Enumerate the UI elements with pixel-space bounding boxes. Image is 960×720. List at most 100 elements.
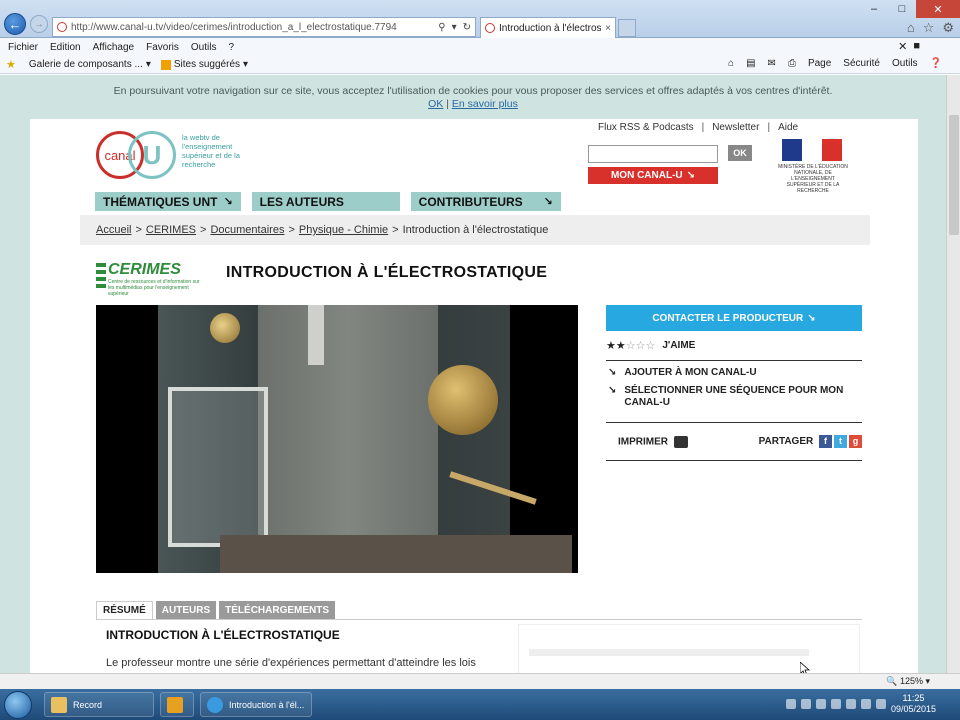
fav-gallery[interactable]: Galerie de composants ... ▾ [26,59,151,70]
print-icon[interactable]: ⎙ [788,58,796,69]
nav-contributeurs[interactable]: CONTRIBUTEURS ↘ [410,192,561,211]
twitter-icon[interactable]: t [834,435,847,448]
browser-tab[interactable]: Introduction à l'électrostati... × [480,17,616,38]
google-plus-icon[interactable]: g [849,435,862,448]
tray-icon[interactable] [800,699,811,709]
taskbar-record[interactable]: Record [44,692,154,717]
back-button[interactable]: ← [4,13,26,35]
star-icon[interactable]: ☆ [646,340,656,352]
newsletter-link[interactable]: Newsletter [712,122,759,133]
star-icon[interactable]: ★ [616,340,626,352]
logo-u-text: U [142,139,162,170]
logo-tagline: la webtv de l'enseignement supérieur et … [182,133,240,169]
menu-affichage[interactable]: Affichage [93,42,135,53]
cerimes-logo[interactable]: CERIMES Centre de ressources et d'inform… [96,261,200,297]
like-label[interactable]: J'AIME [662,340,695,351]
tray-icon[interactable] [860,699,871,709]
select-sequence[interactable]: ↘ SÉLECTIONNER UNE SÉQUENCE POUR MON CANA… [606,379,862,409]
mail-icon[interactable]: ✉ [768,58,776,69]
nav-auteurs[interactable]: LES AUTEURS [251,192,400,211]
menu-outils[interactable]: Outils [191,42,217,53]
print-link[interactable]: IMPRIMER [618,435,688,448]
folder-icon [51,696,67,713]
tab-auteurs[interactable]: AUTEURS [155,601,217,619]
close-toolbar-icon[interactable]: ✕ [898,40,907,53]
nav-label: LES AUTEURS [259,194,344,209]
zoom-level[interactable]: 🔍 125% ▾ [886,676,930,687]
search-ok-button[interactable]: OK [728,145,752,161]
help-icon[interactable]: ❓ [930,58,942,69]
crumb-physique[interactable]: Physique - Chimie [299,224,388,236]
dropdown-icon[interactable]: ▾ [452,22,457,33]
rating-stars[interactable]: ★★☆☆☆ [606,339,655,352]
favorites-star-icon[interactable]: ★ [6,58,16,71]
menu-edition[interactable]: Edition [50,42,81,53]
star-icon[interactable]: ★ [606,340,616,352]
forward-button[interactable]: → [30,15,48,33]
tab-favicon-icon [485,23,495,33]
site-search-input[interactable] [588,145,718,163]
tray-icon[interactable] [785,699,796,709]
volume-icon[interactable] [875,699,886,709]
mon-canal-u-button[interactable]: MON CANAL-U ↘ [588,167,718,184]
canal-u-logo-u[interactable]: U [128,131,176,179]
site-container: canal U la webtv de l'enseignement supér… [30,119,918,673]
address-text[interactable]: http://www.canal-u.tv/video/cerimes/intr… [71,22,438,33]
outils-menu[interactable]: Outils [892,58,918,69]
cookie-more-link[interactable]: En savoir plus [452,98,518,110]
scroll-thumb[interactable] [949,115,959,235]
menu-fichier[interactable]: Fichier [8,42,38,53]
address-bar[interactable]: http://www.canal-u.tv/video/cerimes/intr… [52,17,476,37]
contact-producer-button[interactable]: CONTACTER LE PRODUCTEUR ↘ [606,305,862,331]
print-label: IMPRIMER [618,436,668,448]
star-icon[interactable]: ☆ [626,340,636,352]
select-seq-label: SÉLECTIONNER UNE SÉQUENCE POUR MON CANAL… [624,385,844,408]
crumb-cerimes[interactable]: CERIMES [146,224,196,236]
menu-help[interactable]: ? [228,42,234,53]
contact-label: CONTACTER LE PRODUCTEUR [652,312,804,324]
refresh-icon[interactable]: ↻ [463,22,471,33]
rss-link[interactable]: Flux RSS & Podcasts [598,122,694,133]
aide-link[interactable]: Aide [778,122,798,133]
rating: ★★☆☆☆ J'AIME [606,331,862,361]
taskbar-media[interactable] [160,692,194,717]
fav-suggested[interactable]: Sites suggérés ▾ [160,59,248,70]
crumb-sep: > [392,224,399,236]
crumb-sep: > [200,224,207,236]
home-icon[interactable]: ⌂ [907,20,915,36]
minimize-icon[interactable]: – [860,0,888,18]
tab-close-icon[interactable]: × [601,23,615,34]
add-to-canal-u[interactable]: ↘ AJOUTER À MON CANAL-U [606,361,862,379]
ie-task-label: Introduction à l'él... [229,699,305,710]
home-tb-icon[interactable]: ⌂ [728,58,734,69]
page-menu[interactable]: Page [808,58,831,69]
clock[interactable]: 11:25 09/05/2015 [891,693,936,715]
video-player[interactable] [96,305,578,573]
search-icon[interactable]: ⚲ [438,22,445,33]
vertical-scrollbar[interactable] [946,75,960,673]
cookie-ok-link[interactable]: OK [428,98,443,110]
gear-icon[interactable]: ⚙ [942,20,954,36]
window-close-icon[interactable]: ✕ [916,0,960,18]
maximize-icon[interactable]: □ [888,0,916,18]
crumb-accueil[interactable]: Accueil [96,224,131,236]
tray-icon[interactable] [815,699,826,709]
convert-icon[interactable]: ■ [913,40,920,53]
tab-resume[interactable]: RÉSUMÉ [96,601,153,619]
tray-icon[interactable] [845,699,856,709]
securite-menu[interactable]: Sécurité [843,58,880,69]
new-tab-button[interactable] [618,19,636,37]
favorites-star-icon[interactable]: ☆ [923,20,935,36]
rss-icon[interactable]: ▤ [746,58,755,69]
nav-thematiques[interactable]: THÉMATIQUES UNT ↘ [95,192,241,211]
cookie-sep: | [446,98,449,110]
crumb-documentaires[interactable]: Documentaires [210,224,284,236]
menu-favoris[interactable]: Favoris [146,42,179,53]
tab-telechargements[interactable]: TÉLÉCHARGEMENTS [219,601,336,619]
facebook-icon[interactable]: f [819,435,832,448]
tray-icon[interactable] [830,699,841,709]
taskbar-ie[interactable]: Introduction à l'él... [200,692,312,717]
star-icon[interactable]: ☆ [636,340,646,352]
start-button[interactable] [4,691,32,719]
share-link[interactable]: PARTAGER f t g [759,435,862,448]
